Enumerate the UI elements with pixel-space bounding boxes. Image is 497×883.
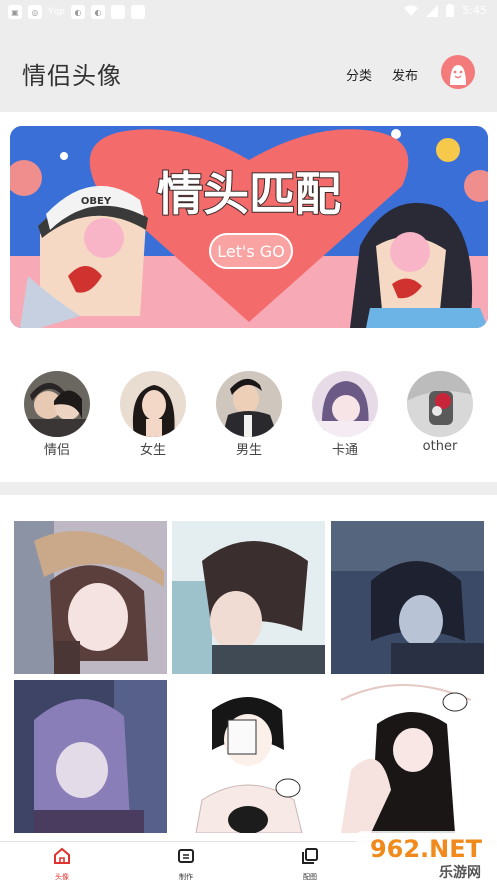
category-other[interactable]: other (405, 364, 475, 454)
category-thumbnail (24, 371, 90, 437)
watermark-small: 乐游网 (439, 864, 481, 881)
nav-label: 制作 (179, 873, 193, 881)
grid-image[interactable] (14, 521, 167, 674)
notification-icon: ▣ (8, 5, 22, 19)
nav-label: 配图 (303, 873, 317, 881)
category-thumbnail (120, 371, 186, 437)
category-label: 女生 (139, 443, 166, 458)
signal-icon (426, 4, 439, 17)
notification-icon (110, 5, 125, 19)
category-thumbnail (312, 371, 378, 437)
category-label: other (422, 439, 458, 454)
wifi-icon (404, 5, 419, 16)
nav-avatar[interactable]: 头像 (32, 846, 92, 882)
banner-cta: Let's GO (217, 242, 285, 261)
avatar-grid (14, 521, 484, 841)
category-label: 男生 (235, 443, 262, 458)
category-thumbnail (216, 371, 282, 437)
avatar[interactable] (441, 55, 475, 89)
notification-icon (130, 5, 145, 19)
grid-image[interactable] (172, 680, 325, 833)
publish-link[interactable]: 发布 (392, 65, 418, 84)
carrier-text: Yqp (48, 7, 65, 17)
app-header: 情侣头像 分类 发布 (0, 24, 497, 112)
category-label: 卡通 (331, 443, 358, 458)
grid-image[interactable] (331, 521, 484, 674)
nav-make[interactable]: 制作 (156, 846, 216, 882)
banner-headline: 情头匹配 (157, 167, 341, 221)
grid-image[interactable] (331, 680, 484, 833)
edit-icon (178, 849, 194, 863)
nav-label: 头像 (55, 873, 69, 881)
clock: 5:45 (462, 4, 487, 17)
category-link[interactable]: 分类 (346, 65, 372, 84)
section-divider (0, 482, 497, 495)
category-thumbnail (407, 371, 473, 437)
page-title: 情侣头像 (22, 62, 122, 90)
category-cartoon[interactable]: 卡通 (310, 364, 380, 458)
notification-icon: ◎ (28, 5, 42, 19)
category-couple[interactable]: 情侣 (22, 364, 92, 458)
copy-icon (302, 848, 318, 864)
notification-icon: ◐ (90, 5, 105, 19)
promo-banner[interactable]: 情头匹配 Let's GO OBEY (10, 126, 488, 328)
nav-picture[interactable]: 配图 (280, 846, 340, 882)
watermark-large: 962.NET (370, 835, 483, 863)
category-boy[interactable]: 男生 (214, 364, 284, 458)
grid-image[interactable] (14, 680, 167, 833)
category-label: 情侣 (43, 443, 70, 458)
grid-image[interactable] (172, 521, 325, 674)
home-icon (54, 847, 70, 864)
status-bar: ▣ ◎ Yqp ◐ ◐ 5:45 (0, 0, 497, 24)
battery-icon (446, 4, 455, 17)
notification-icon: ◐ (70, 5, 85, 19)
category-girl[interactable]: 女生 (118, 364, 188, 458)
cap-text: OBEY (81, 196, 112, 207)
site-watermark: 962.NET 乐游网 (356, 829, 497, 883)
category-list: 情侣 女生 男生 卡通 other (0, 364, 497, 464)
